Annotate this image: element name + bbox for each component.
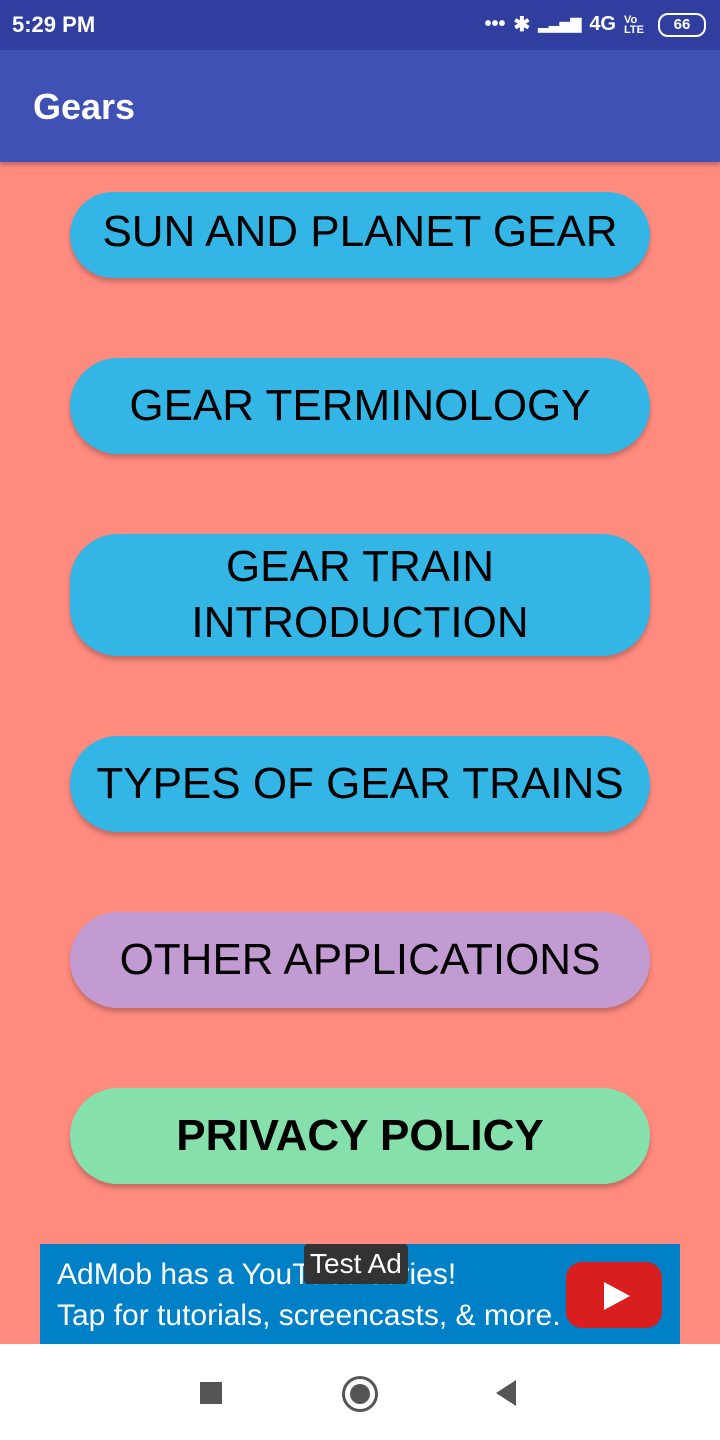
types-of-gear-trains-button[interactable]: TYPES OF GEAR TRAINS	[70, 736, 650, 832]
back-icon[interactable]	[496, 1380, 516, 1406]
privacy-policy-button[interactable]: PRIVACY POLICY	[70, 1088, 650, 1184]
home-icon[interactable]	[342, 1376, 378, 1412]
test-ad-badge: Test Ad	[304, 1244, 408, 1284]
recent-apps-icon[interactable]	[200, 1382, 222, 1404]
menu-scroll-area[interactable]: SUN AND PLANET GEAR GEAR TERMINOLOGY GEA…	[0, 162, 720, 1344]
sun-and-planet-gear-button[interactable]: SUN AND PLANET GEAR	[70, 192, 650, 278]
app-title: Gears	[33, 86, 136, 127]
button-label: OTHER APPLICATIONS	[119, 935, 601, 984]
network-type: 4G	[589, 13, 616, 35]
button-label: GEAR TERMINOLOGY	[129, 381, 591, 430]
status-time: 5:29 PM	[12, 12, 96, 37]
more-notifications-icon: •••	[484, 13, 506, 35]
youtube-play-icon[interactable]	[566, 1262, 662, 1328]
home-icon-inner	[350, 1384, 370, 1404]
ad-banner[interactable]: AdMob has a YouTube series! Tap for tuto…	[40, 1244, 680, 1344]
button-label: SUN AND PLANET GEAR	[102, 207, 618, 256]
other-applications-button[interactable]: OTHER APPLICATIONS	[70, 912, 650, 1008]
ad-subline: Tap for tutorials, screencasts, & more.	[57, 1299, 561, 1332]
button-label: PRIVACY POLICY	[176, 1111, 544, 1160]
battery-icon: 66	[658, 12, 706, 37]
status-icons: ••• ✱ ▂▃▅▇ 4G Vo LTE 66	[484, 12, 706, 37]
gear-train-introduction-button[interactable]: GEAR TRAIN INTRODUCTION	[70, 534, 650, 656]
navigation-bar	[0, 1344, 720, 1440]
button-label: GEAR TRAIN INTRODUCTION	[191, 542, 529, 647]
status-bar: 5:29 PM ••• ✱ ▂▃▅▇ 4G Vo LTE 66	[0, 0, 720, 50]
button-label: TYPES OF GEAR TRAINS	[96, 759, 624, 808]
volte-icon: Vo LTE	[624, 13, 644, 36]
play-icon	[604, 1282, 630, 1310]
bluetooth-icon: ✱	[513, 14, 531, 36]
signal-icon: ▂▃▅▇	[538, 16, 582, 32]
app-bar: Gears	[0, 50, 720, 162]
gear-terminology-button[interactable]: GEAR TERMINOLOGY	[70, 358, 650, 454]
